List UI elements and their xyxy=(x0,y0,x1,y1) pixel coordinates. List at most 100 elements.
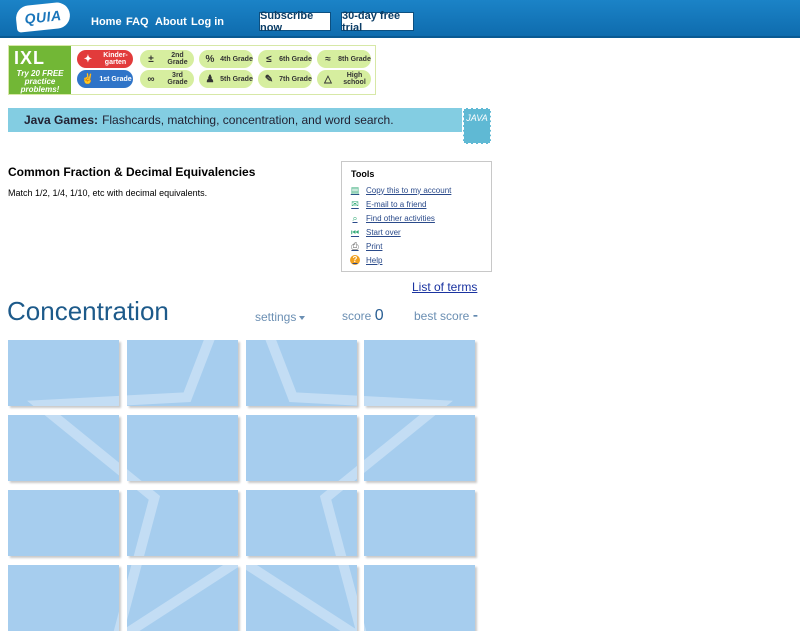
copy-icon: ▤ xyxy=(350,185,360,195)
rewind-icon: ⏮ xyxy=(350,227,360,237)
star-watermark-shape xyxy=(127,469,142,481)
concentration-card[interactable] xyxy=(127,415,238,481)
list-of-terms-link[interactable]: List of terms xyxy=(412,280,477,294)
star-watermark-icon xyxy=(364,415,436,474)
concentration-card[interactable] xyxy=(127,340,238,406)
grade-1st[interactable]: ✌ 1st Grade xyxy=(77,70,133,88)
star-watermark-shape xyxy=(319,490,347,556)
star-watermark-shape xyxy=(44,415,119,476)
grade-high-school[interactable]: △ High school xyxy=(317,70,371,88)
star-watermark-shape xyxy=(127,340,215,406)
pawn-icon: ♟ xyxy=(205,73,215,85)
concentration-card[interactable] xyxy=(246,490,357,556)
grade-5th[interactable]: ♟ 5th Grade xyxy=(199,70,253,88)
concentration-card[interactable] xyxy=(246,340,357,406)
tool-start-over[interactable]: ⏮ Start over xyxy=(350,227,401,237)
concentration-card[interactable] xyxy=(364,415,475,481)
tool-email[interactable]: ✉ E-mail to a friend xyxy=(350,199,426,209)
ixl-banner[interactable]: IXL Try 20 FREE practice problems! ✦ Kind… xyxy=(8,45,376,95)
star-watermark-icon xyxy=(127,340,215,406)
concentration-card[interactable] xyxy=(127,565,238,631)
concentration-card[interactable] xyxy=(246,565,357,631)
activity-description: Match 1/2, 1/4, 1/10, etc with decimal e… xyxy=(8,188,208,198)
ixl-logo[interactable]: IXL Try 20 FREE practice problems! xyxy=(9,46,71,94)
best-score-value: - xyxy=(472,307,479,324)
grade-8th[interactable]: ≈8th Grade xyxy=(317,50,371,68)
nav-home[interactable]: Home xyxy=(91,16,122,28)
grade-7th[interactable]: ✎ 7th Grade xyxy=(258,70,312,88)
star-watermark-icon xyxy=(246,565,357,631)
grade-2nd[interactable]: ±2nd Grade xyxy=(140,50,194,68)
star-watermark-icon xyxy=(265,340,357,406)
print-icon: ⎙ xyxy=(351,241,359,251)
grade-4th[interactable]: % 4th Grade xyxy=(199,50,253,68)
plus-minus-icon: ± xyxy=(148,53,154,65)
concentration-card[interactable] xyxy=(8,565,119,631)
game-title: Concentration xyxy=(7,296,169,326)
star-watermark-icon xyxy=(27,395,119,406)
star-watermark-shape xyxy=(364,415,436,474)
concentration-card[interactable] xyxy=(8,340,119,406)
star-watermark-icon xyxy=(364,396,453,406)
infinity-icon: ∞ xyxy=(147,73,155,85)
tools-heading: Tools xyxy=(351,169,375,179)
tools-panel: Tools ▤ Copy this to my account ✉ E-mail t… xyxy=(341,161,492,272)
java-games-bar[interactable]: Java Games: Flashcards, matching, concen… xyxy=(8,108,462,132)
star-watermark-shape xyxy=(127,565,238,631)
best-score-display: best score - xyxy=(414,307,479,324)
concentration-card[interactable] xyxy=(364,490,475,556)
concentration-card[interactable] xyxy=(364,565,475,631)
activity-title: Common Fraction & Decimal Equivalencies xyxy=(8,165,256,179)
ixl-brand: IXL xyxy=(14,48,46,68)
search-icon: ⌕ xyxy=(352,213,358,223)
star-watermark-shape xyxy=(364,490,440,556)
concentration-card[interactable] xyxy=(127,490,238,556)
score-display: score 0 xyxy=(342,307,384,324)
star-watermark-icon xyxy=(44,415,119,476)
grade-3rd[interactable]: ∞ 3rd Grade xyxy=(140,70,194,88)
score-value: 0 xyxy=(374,307,384,324)
star-icon: ✦ xyxy=(83,53,93,65)
tool-find[interactable]: ⌕ Find other activities xyxy=(350,213,434,223)
less-equal-icon: ≤ xyxy=(266,53,272,65)
percent-icon: % xyxy=(205,53,215,65)
star-watermark-icon xyxy=(113,611,119,631)
grade-kindergarten[interactable]: ✦ Kinder-garten xyxy=(77,50,133,68)
java-icon: JAVA xyxy=(463,108,491,144)
subscribe-button[interactable]: Subscribe now xyxy=(259,10,331,34)
concentration-card[interactable] xyxy=(8,490,119,556)
java-games-heading: Java Games: xyxy=(24,113,99,127)
concentration-card[interactable] xyxy=(364,340,475,406)
star-watermark-shape xyxy=(338,465,357,481)
star-watermark-shape xyxy=(364,622,367,631)
star-watermark-shape xyxy=(40,490,119,556)
settings-dropdown[interactable]: settings xyxy=(255,310,306,324)
star-watermark-icon xyxy=(338,465,357,481)
approx-icon: ≈ xyxy=(325,53,331,65)
star-watermark-icon xyxy=(133,490,238,556)
star-watermark-icon xyxy=(127,565,238,631)
help-icon: ? xyxy=(350,255,360,265)
nav-faq[interactable]: FAQ xyxy=(126,16,149,28)
tool-print[interactable]: ⎙ Print xyxy=(350,241,382,251)
nav-login[interactable]: Log in xyxy=(191,16,224,28)
grade-6th[interactable]: ≤6th Grade xyxy=(258,50,312,68)
star-watermark-shape xyxy=(246,565,357,631)
pencil-icon: ✎ xyxy=(264,73,274,85)
star-watermark-shape xyxy=(364,396,453,406)
concentration-card[interactable] xyxy=(8,415,119,481)
concentration-card[interactable] xyxy=(246,415,357,481)
star-watermark-shape xyxy=(133,490,238,556)
caret-down-icon xyxy=(299,315,306,320)
trial-button[interactable]: 30-day free trial xyxy=(341,10,414,34)
quia-logo[interactable]: QUIA xyxy=(14,1,72,33)
ixl-promo: Try 20 FREE practice problems! xyxy=(16,69,64,94)
triangle-icon: △ xyxy=(324,73,332,85)
tool-copy[interactable]: ▤ Copy this to my account xyxy=(350,185,452,195)
nav-about[interactable]: About xyxy=(155,16,187,28)
star-watermark-icon xyxy=(364,490,475,556)
hand-icon: ✌ xyxy=(81,73,95,85)
email-icon: ✉ xyxy=(351,199,359,209)
tool-help[interactable]: ? Help xyxy=(350,255,382,265)
star-watermark-icon xyxy=(364,622,367,631)
